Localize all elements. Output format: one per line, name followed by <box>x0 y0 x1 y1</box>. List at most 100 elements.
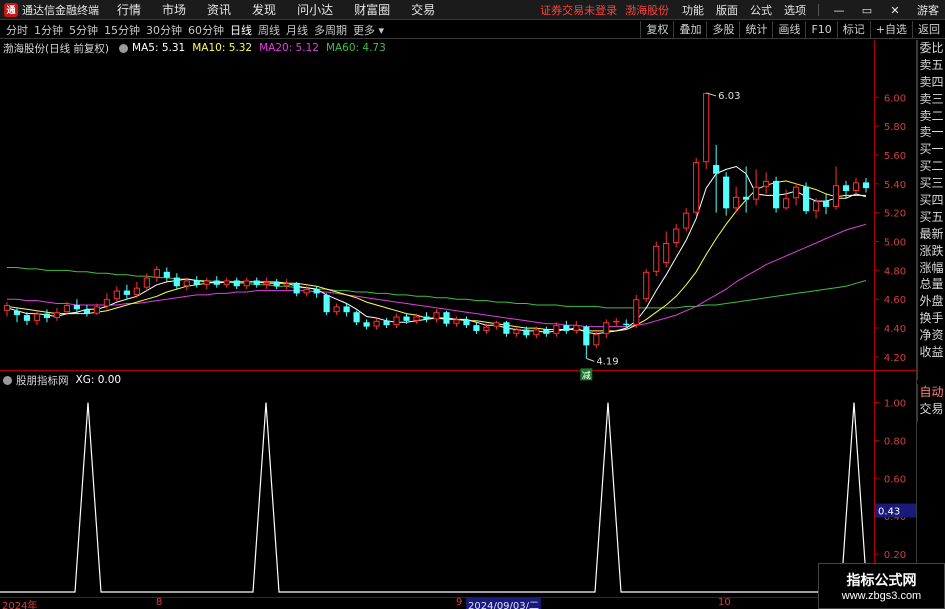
candle-body <box>213 280 220 285</box>
tool-mark[interactable]: 标记 <box>836 21 870 39</box>
login-alert[interactable]: 证券交易未登录 <box>540 2 617 18</box>
side-auto[interactable]: 自动 <box>918 384 945 401</box>
side-item-3[interactable]: 卖三 <box>918 91 945 108</box>
tool-multi-stock[interactable]: 多股 <box>706 21 739 39</box>
divider <box>818 4 819 16</box>
menu-layout[interactable]: 版面 <box>716 2 738 18</box>
legend-toggle-icon[interactable] <box>119 43 129 53</box>
period-30min[interactable]: 30分钟 <box>146 22 182 38</box>
tool-overlay[interactable]: 叠加 <box>673 21 706 39</box>
candle-body <box>353 312 360 323</box>
period-60min[interactable]: 60分钟 <box>188 22 224 38</box>
tool-stats[interactable]: 统计 <box>739 21 772 39</box>
period-more-label: 更多 <box>353 23 375 37</box>
period-more[interactable]: 更多 ▾ <box>353 22 384 38</box>
period-monthly[interactable]: 月线 <box>286 22 308 38</box>
candle-body <box>413 316 420 321</box>
side-item-4[interactable]: 卖二 <box>918 108 945 125</box>
time-label-cursor: 2024/09/03/二 <box>466 597 542 609</box>
menu-item-markets[interactable]: 市场 <box>162 1 186 18</box>
time-axis: 2024年 8 9 2024/09/03/二 10 <box>0 597 917 609</box>
menu-options[interactable]: 选项 <box>784 2 806 18</box>
app-title: 通达信金融终端 <box>22 3 99 17</box>
side-item-11[interactable]: 最新 <box>918 226 945 243</box>
candle-body <box>323 294 330 313</box>
candle-body <box>573 325 580 331</box>
side-item-1[interactable]: 卖五 <box>918 57 945 74</box>
side-item-6[interactable]: 买一 <box>918 141 945 158</box>
candle-body <box>493 322 500 327</box>
side-item-18[interactable]: 收益 <box>918 344 945 361</box>
period-intraday[interactable]: 分时 <box>6 22 28 38</box>
menu-item-discover[interactable]: 发现 <box>252 1 276 18</box>
price-tick-label: 4.20 <box>884 353 906 364</box>
candle-body <box>673 228 680 243</box>
candle-body <box>23 315 31 321</box>
candle-body <box>583 326 590 346</box>
side-item-5[interactable]: 卖一 <box>918 124 945 141</box>
sub-legend-toggle-icon[interactable] <box>3 375 12 385</box>
side-item-7[interactable]: 买二 <box>918 158 945 175</box>
chart-area[interactable]: 6.00 5.80 5.60 5.40 5.20 5.00 4.80 4.60 4.40 4.20… <box>0 40 945 609</box>
menu-formula[interactable]: 公式 <box>750 2 772 18</box>
candle-body <box>862 182 870 189</box>
guest-label[interactable]: 游客 <box>917 2 939 18</box>
price-tick-label: 6.00 <box>884 93 906 104</box>
candle-body <box>193 280 200 285</box>
side-item-8[interactable]: 买三 <box>918 175 945 192</box>
legend-ma60: MA60: 4.73 <box>325 42 386 54</box>
tool-f10[interactable]: F10 <box>805 21 836 39</box>
side-item-13[interactable]: 涨幅 <box>918 260 945 277</box>
candle-body <box>563 325 570 331</box>
candle-body <box>753 186 760 200</box>
candle-body <box>343 306 350 313</box>
period-weekly[interactable]: 周线 <box>258 22 280 38</box>
menu-item-trade[interactable]: 交易 <box>411 1 435 18</box>
side-item-17[interactable]: 净资 <box>918 327 945 344</box>
price-tick-label: 5.40 <box>884 180 906 191</box>
restore-icon[interactable]: ▭ <box>859 4 875 17</box>
candle-body <box>43 313 51 318</box>
side-item-9[interactable]: 买四 <box>918 192 945 209</box>
candle-body <box>713 165 720 174</box>
menu-item-news[interactable]: 资讯 <box>207 1 231 18</box>
side-item-10[interactable]: 买五 <box>918 209 945 226</box>
side-item-12[interactable]: 涨跌 <box>918 243 945 260</box>
period-daily[interactable]: 日线 <box>230 22 252 38</box>
side-item-16[interactable]: 换手 <box>918 310 945 327</box>
candle-body <box>333 306 340 313</box>
candle-body <box>543 329 550 334</box>
side-trade[interactable]: 交易 <box>918 401 945 418</box>
side-item-14[interactable]: 总量 <box>918 276 945 293</box>
candle-body <box>13 310 21 316</box>
tool-back[interactable]: 返回 <box>912 21 945 39</box>
minimize-icon[interactable]: — <box>831 4 847 17</box>
tool-add-watchlist[interactable]: +自选 <box>869 21 912 39</box>
menu-function[interactable]: 功能 <box>682 2 704 18</box>
period-multi[interactable]: 多周期 <box>314 22 347 38</box>
candle-body <box>123 290 130 295</box>
menu-item-wealth[interactable]: 财富圈 <box>354 1 390 18</box>
candle-body <box>423 316 430 320</box>
low-annotation: 4.19 <box>596 356 618 367</box>
tool-draw[interactable]: 画线 <box>772 21 805 39</box>
period-15min[interactable]: 15分钟 <box>104 22 140 38</box>
menu-item-ask[interactable]: 问小达 <box>297 1 333 18</box>
close-icon[interactable]: ✕ <box>887 4 903 17</box>
candle-body <box>703 92 710 163</box>
period-1min[interactable]: 1分钟 <box>34 22 63 38</box>
period-5min[interactable]: 5分钟 <box>69 22 98 38</box>
side-item-0[interactable]: 委比 <box>918 40 945 57</box>
price-tick-label: 5.20 <box>884 209 906 220</box>
candle-body <box>463 319 470 326</box>
price-tick-label: 5.60 <box>884 151 906 162</box>
menu-item-market[interactable]: 行情 <box>117 1 141 18</box>
low-annotation-line <box>586 357 595 362</box>
candle-body <box>83 309 91 314</box>
candle-body <box>792 186 800 199</box>
side-item-2[interactable]: 卖四 <box>918 74 945 91</box>
candle-body <box>233 280 240 287</box>
side-item-15[interactable]: 外盘 <box>918 293 945 310</box>
tool-adjust[interactable]: 复权 <box>640 21 673 39</box>
price-tick-label: 4.40 <box>884 324 906 335</box>
